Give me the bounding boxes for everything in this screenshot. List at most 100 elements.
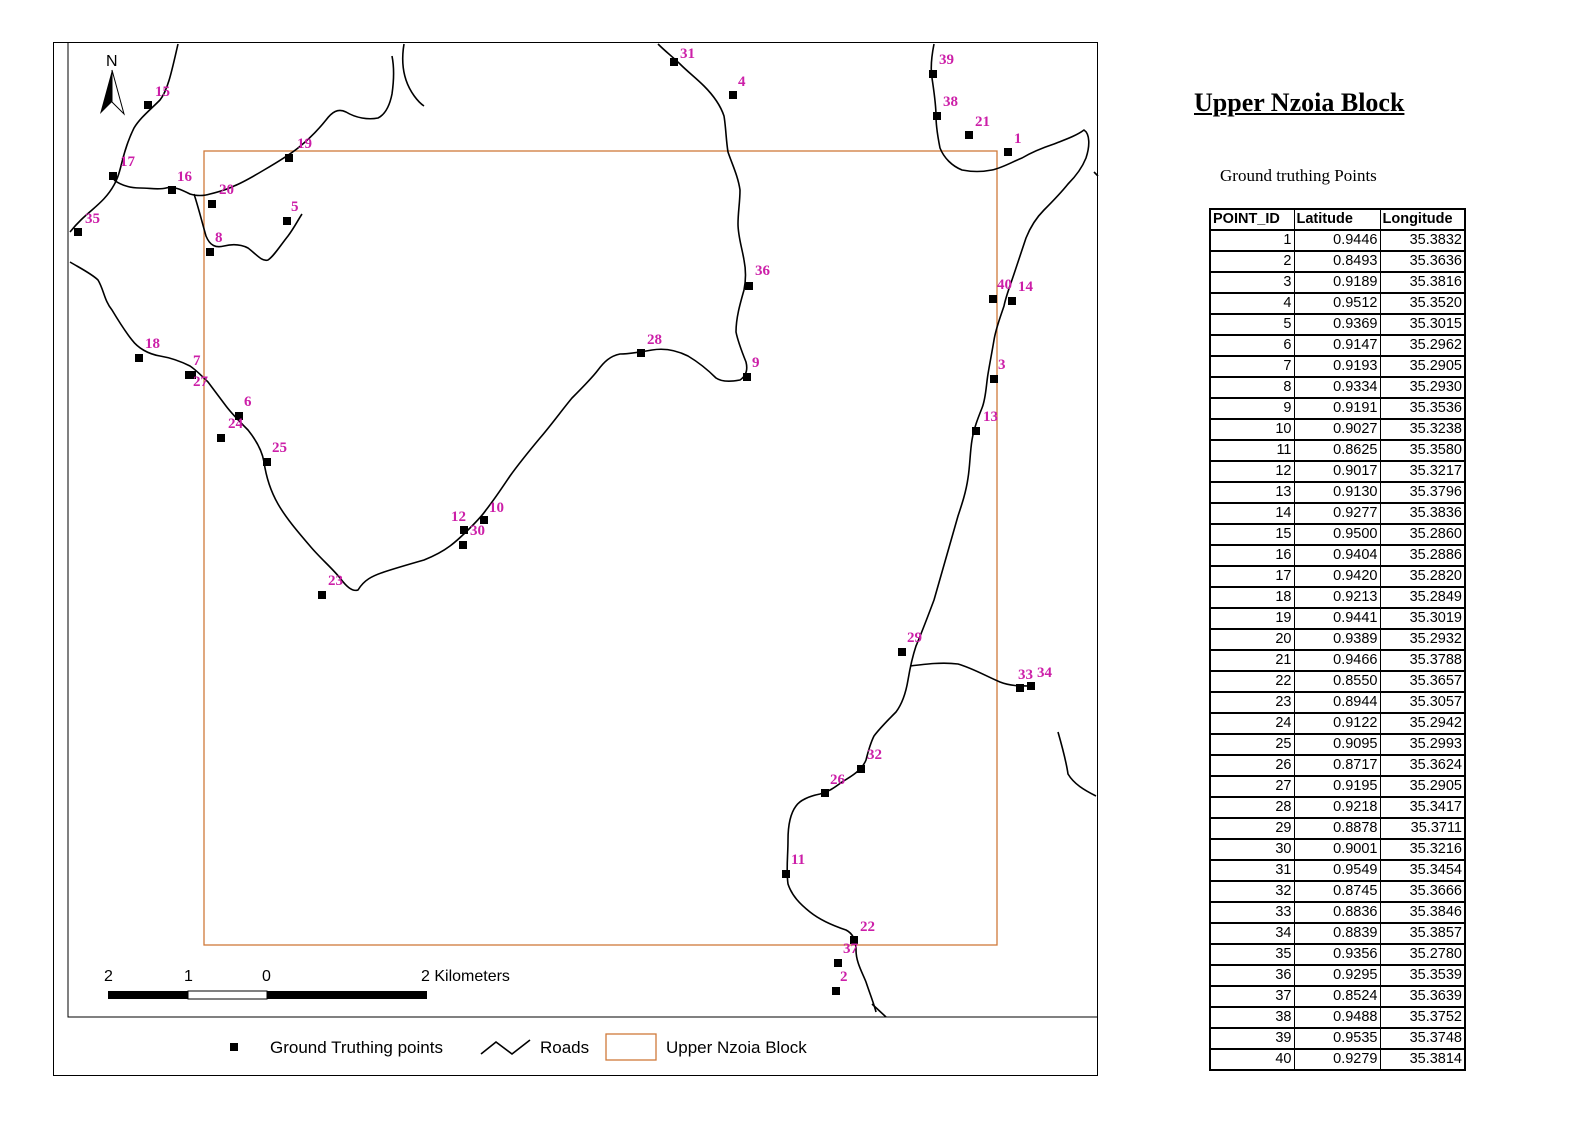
table-body: 1 0.9446 35.3832 2 0.8493 35.3636 3 0.9189 35.38… [1209, 229, 1466, 1071]
cell-latitude: 0.9130 [1293, 481, 1381, 504]
point-label: 4 [738, 74, 746, 90]
cell-latitude: 0.9095 [1293, 733, 1381, 756]
cell-point-id: 30 [1209, 838, 1295, 861]
point-label: 15 [155, 84, 170, 100]
point-label: 18 [145, 336, 160, 352]
table-row: 13 0.9130 35.3796 [1209, 481, 1466, 504]
ground-truthing-point-marker [857, 765, 865, 773]
cell-point-id: 29 [1209, 817, 1295, 840]
cell-latitude: 0.9441 [1293, 607, 1381, 630]
point-labels-layer: 1234567891011121314151617181920212223242… [85, 46, 1053, 985]
table-row: 14 0.9277 35.3836 [1209, 502, 1466, 525]
ground-truthing-point-marker [989, 295, 997, 303]
point-label: 29 [907, 630, 922, 646]
cell-latitude: 0.9277 [1293, 502, 1381, 525]
cell-latitude: 0.8944 [1293, 691, 1381, 714]
cell-longitude: 35.3536 [1379, 397, 1466, 420]
panel-subtitle: Ground truthing Points [1220, 166, 1377, 185]
point-label: 14 [1018, 279, 1034, 295]
table-row: 1 0.9446 35.3832 [1209, 229, 1466, 252]
ground-truthing-point-marker [834, 959, 842, 967]
cell-point-id: 39 [1209, 1027, 1295, 1050]
scale-label-2: 2 [104, 968, 113, 985]
cell-longitude: 35.3238 [1379, 418, 1466, 441]
cell-latitude: 0.8550 [1293, 670, 1381, 693]
scale-segment [108, 991, 188, 999]
cell-longitude: 35.2860 [1379, 523, 1466, 546]
cell-point-id: 24 [1209, 712, 1295, 735]
cell-latitude: 0.8493 [1293, 250, 1381, 273]
point-label: 11 [791, 852, 805, 868]
cell-latitude: 0.8625 [1293, 439, 1381, 462]
cell-point-id: 5 [1209, 313, 1295, 336]
scale-label-1: 1 [184, 968, 193, 985]
cell-longitude: 35.3832 [1379, 229, 1466, 252]
table-row: 32 0.8745 35.3666 [1209, 880, 1466, 903]
road [69, 43, 179, 233]
legend: Ground Truthing points Roads Upper Nzoia… [230, 1033, 807, 1061]
ground-truthing-point-marker [144, 101, 152, 109]
cell-point-id: 17 [1209, 565, 1295, 588]
cell-longitude: 35.3057 [1379, 691, 1466, 714]
ground-truthing-point-marker [217, 434, 225, 442]
cell-longitude: 35.3814 [1379, 1048, 1466, 1071]
point-label: 36 [755, 263, 771, 279]
point-label: 1 [1014, 131, 1022, 147]
table-row: 2 0.8493 35.3636 [1209, 250, 1466, 273]
cell-latitude: 0.8717 [1293, 754, 1381, 777]
point-label: 23 [328, 573, 343, 589]
cell-longitude: 35.2930 [1379, 376, 1466, 399]
ground-truthing-points-table: POINT_ID Latitude Longitude 1 0.9446 35.38… [1209, 208, 1466, 1071]
ground-truthing-point-marker [1004, 148, 1012, 156]
cell-latitude: 0.8524 [1293, 985, 1381, 1008]
table-row: 23 0.8944 35.3057 [1209, 691, 1466, 714]
table-row: 9 0.9191 35.3536 [1209, 397, 1466, 420]
road [909, 662, 1031, 687]
cell-longitude: 35.2905 [1379, 355, 1466, 378]
cell-longitude: 35.2780 [1379, 943, 1466, 966]
cell-longitude: 35.3417 [1379, 796, 1466, 819]
column-header-point-id: POINT_ID [1209, 208, 1295, 231]
cell-longitude: 35.3217 [1379, 460, 1466, 483]
point-label: 10 [489, 500, 504, 516]
table-row: 30 0.9001 35.3216 [1209, 838, 1466, 861]
cell-longitude: 35.2905 [1379, 775, 1466, 798]
cell-latitude: 0.8745 [1293, 880, 1381, 903]
road [1093, 171, 1099, 177]
table-row: 31 0.9549 35.3454 [1209, 859, 1466, 882]
cell-latitude: 0.9535 [1293, 1027, 1381, 1050]
cell-longitude: 35.2820 [1379, 565, 1466, 588]
ground-truthing-point-marker [965, 131, 973, 139]
cell-longitude: 35.3836 [1379, 502, 1466, 525]
cell-point-id: 38 [1209, 1006, 1295, 1029]
ground-truthing-point-marker [283, 217, 291, 225]
table-row: 27 0.9195 35.2905 [1209, 775, 1466, 798]
north-arrow-label: N [106, 53, 118, 70]
ground-truthing-point-marker [670, 58, 678, 66]
ground-truthing-point-marker [821, 789, 829, 797]
point-label: 34 [1037, 665, 1053, 681]
ground-truthing-point-marker [1016, 684, 1024, 692]
table-row: 39 0.9535 35.3748 [1209, 1027, 1466, 1050]
ground-truthing-point-marker [933, 112, 941, 120]
cell-longitude: 35.3624 [1379, 754, 1466, 777]
table-row: 25 0.9095 35.2993 [1209, 733, 1466, 756]
cell-latitude: 0.8878 [1293, 817, 1381, 840]
cell-point-id: 31 [1209, 859, 1295, 882]
legend-road-symbol [480, 1039, 531, 1056]
table-row: 35 0.9356 35.2780 [1209, 943, 1466, 966]
cell-point-id: 33 [1209, 901, 1295, 924]
point-label: 3 [998, 357, 1006, 373]
table-row: 33 0.8836 35.3846 [1209, 901, 1466, 924]
cell-longitude: 35.3752 [1379, 1006, 1466, 1029]
table-row: 18 0.9213 35.2849 [1209, 586, 1466, 609]
point-label: 17 [120, 154, 136, 170]
scale-label-km: 2 Kilometers [421, 968, 510, 985]
ground-truthing-point-marker [745, 282, 753, 290]
scale-segment [187, 990, 268, 1000]
cell-latitude: 0.9122 [1293, 712, 1381, 735]
ground-truthing-point-marker [460, 526, 468, 534]
cell-point-id: 6 [1209, 334, 1295, 357]
cell-longitude: 35.3788 [1379, 649, 1466, 672]
cell-latitude: 0.9446 [1293, 229, 1381, 252]
